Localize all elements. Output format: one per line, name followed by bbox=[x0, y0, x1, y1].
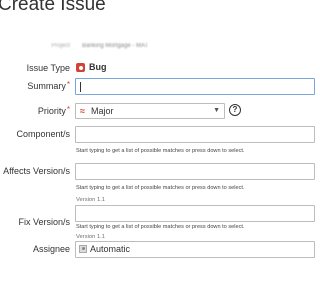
affects-version-input[interactable] bbox=[75, 163, 315, 180]
affects-version-hint: Start typing to get a list of possible m… bbox=[76, 185, 245, 191]
priority-select[interactable]: ≈ Major ▼ bbox=[75, 103, 225, 119]
affects-version-label: Affects Version/s bbox=[3, 166, 70, 177]
dialog-title: Create Issue bbox=[0, 0, 106, 15]
fix-version-note: Version 1.1 bbox=[76, 234, 106, 240]
components-hint: Start typing to get a list of possible m… bbox=[76, 148, 245, 154]
components-label: Component/s bbox=[16, 129, 70, 140]
priority-major-icon: ≈ bbox=[80, 106, 85, 116]
required-marker: * bbox=[66, 80, 70, 89]
assignee-label-text: Assignee bbox=[32, 244, 70, 254]
fix-version-label: Fix Version/s bbox=[18, 217, 70, 228]
priority-label-text: Priority bbox=[37, 106, 66, 116]
components-label-text: Component/s bbox=[16, 129, 70, 139]
affects-version-note: Version 1.1 bbox=[76, 197, 106, 203]
summary-label-text: Summary bbox=[27, 81, 66, 91]
chevron-down-icon[interactable]: ▼ bbox=[213, 106, 220, 116]
summary-input[interactable] bbox=[75, 78, 315, 95]
required-marker: * bbox=[66, 105, 70, 114]
summary-label: Summary* bbox=[27, 80, 70, 92]
priority-label: Priority* bbox=[37, 105, 70, 117]
bug-icon bbox=[76, 63, 85, 72]
issue-type-label-text: Issue Type bbox=[26, 63, 70, 73]
help-icon[interactable]: ? bbox=[229, 104, 241, 116]
user-avatar-icon bbox=[79, 245, 87, 253]
assignee-value: Automatic bbox=[90, 244, 131, 254]
assignee-label: Assignee bbox=[33, 244, 70, 255]
fix-version-label-text: Fix Version/s bbox=[18, 217, 70, 227]
fix-version-input[interactable] bbox=[75, 205, 315, 222]
project-label: Project bbox=[51, 43, 70, 49]
components-input[interactable] bbox=[75, 126, 315, 143]
issue-type-value[interactable]: Bug bbox=[89, 62, 107, 73]
issue-type-label: Issue Type bbox=[27, 63, 70, 74]
priority-select-value: Major bbox=[91, 106, 114, 116]
fix-version-hint: Start typing to get a list of possible m… bbox=[76, 224, 245, 230]
affects-version-label-text: Affects Version/s bbox=[3, 166, 70, 176]
text-caret bbox=[80, 82, 81, 92]
project-value: Banking Mortgage - MAT bbox=[82, 43, 149, 49]
